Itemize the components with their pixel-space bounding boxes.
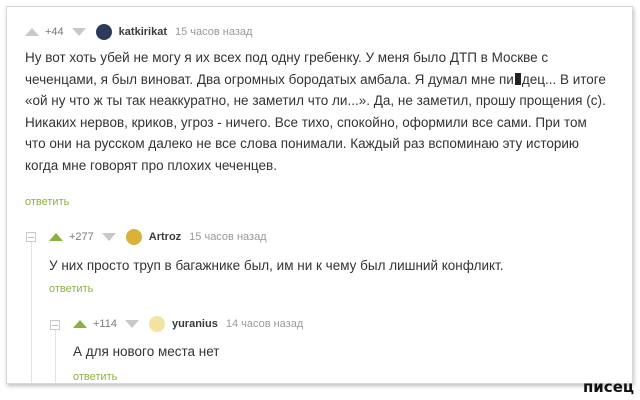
comment-header: +44 katkirikat 15 часов назад xyxy=(25,22,252,42)
reply-link[interactable]: ответить xyxy=(73,371,117,383)
comment-rating: +114 xyxy=(93,318,117,330)
comment-time[interactable]: 15 часов назад xyxy=(175,26,252,38)
comment-author[interactable]: katkirikat xyxy=(119,26,167,38)
reply-link[interactable]: ответить xyxy=(49,283,93,295)
comment-time[interactable]: 14 часов назад xyxy=(226,318,303,330)
comment-header: +277 Artroz 15 часов назад xyxy=(49,227,267,247)
avatar[interactable] xyxy=(95,24,112,40)
reply-link[interactable]: ответить xyxy=(25,196,69,208)
collapse-thread-button[interactable] xyxy=(26,232,36,242)
thread-line xyxy=(31,236,32,383)
comment-rating: +277 xyxy=(69,231,94,243)
comment-text: У них просто труп в багажнике был, им ни… xyxy=(49,258,504,273)
comment-text-part: Ну вот хоть убей не могу я их всех под о… xyxy=(25,50,549,87)
comment-author[interactable]: yuranius xyxy=(172,318,218,330)
avatar[interactable] xyxy=(125,229,142,245)
comment-text: Ну вот хоть убей не могу я их всех под о… xyxy=(25,47,610,176)
upvote-icon[interactable] xyxy=(73,320,87,328)
comment-rating: +44 xyxy=(45,26,64,38)
censor-block xyxy=(514,72,521,85)
downvote-icon[interactable] xyxy=(101,233,116,241)
watermark: писец xyxy=(582,378,634,396)
downvote-icon[interactable] xyxy=(124,320,139,328)
comment-text: А для нового места нет xyxy=(73,344,220,359)
downvote-icon[interactable] xyxy=(71,28,86,36)
comment-time[interactable]: 15 часов назад xyxy=(189,231,266,243)
comments-panel: +44 katkirikat 15 часов назад Ну вот хот… xyxy=(6,6,633,384)
upvote-icon[interactable] xyxy=(49,233,63,241)
comment-header: +114 yuranius 14 часов назад xyxy=(73,314,303,334)
avatar[interactable] xyxy=(148,316,165,332)
collapse-thread-button[interactable] xyxy=(50,320,60,330)
upvote-icon[interactable] xyxy=(25,28,39,36)
thread-line xyxy=(55,324,56,383)
comment-author[interactable]: Artroz xyxy=(149,231,181,243)
